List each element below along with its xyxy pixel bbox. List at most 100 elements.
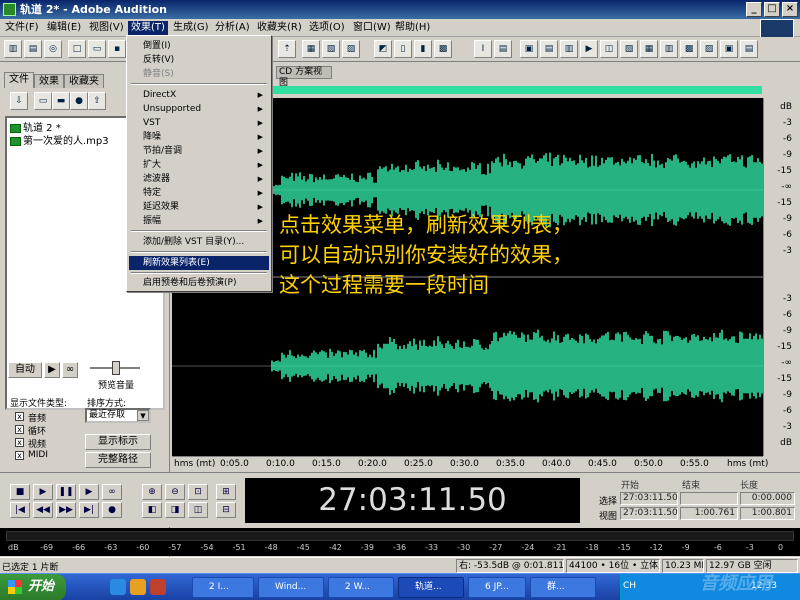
tool-19-icon[interactable]: ▣ bbox=[720, 40, 738, 58]
chevron-down-icon[interactable]: ▼ bbox=[137, 410, 149, 421]
menu-options[interactable]: 选项(O) bbox=[306, 21, 348, 35]
tool-6-icon[interactable]: ▮ bbox=[414, 40, 432, 58]
menu-item-filters[interactable]: 滤波器 ▶ bbox=[129, 172, 269, 186]
play-icon[interactable]: ▶ bbox=[44, 362, 60, 378]
tool-15-icon[interactable]: ▦ bbox=[640, 40, 658, 58]
play-to-end-icon[interactable]: ▶ bbox=[79, 484, 99, 500]
open-file-icon[interactable]: ▭ bbox=[34, 92, 52, 110]
fast-forward-icon[interactable]: ▶▶ bbox=[56, 502, 76, 518]
zoom-vertical-in-icon[interactable]: ⊞ bbox=[216, 484, 236, 500]
task-button-active[interactable]: 轨道... bbox=[398, 577, 464, 598]
close-button[interactable]: × bbox=[782, 2, 798, 17]
play-file-icon[interactable]: ● bbox=[70, 92, 88, 110]
menu-item-directx[interactable]: DirectX ▶ bbox=[129, 88, 269, 102]
zoom-left-icon[interactable]: ◧ bbox=[142, 502, 162, 518]
tool-13-icon[interactable]: ◫ bbox=[600, 40, 618, 58]
selection-end-field[interactable] bbox=[680, 492, 738, 505]
menu-item-time-pitch[interactable]: 节拍/音调 ▶ bbox=[129, 144, 269, 158]
tool-3-icon[interactable]: ▨ bbox=[342, 40, 360, 58]
menu-item-delay[interactable]: 延迟效果 ▶ bbox=[129, 200, 269, 214]
time-select-icon[interactable]: I bbox=[474, 40, 492, 58]
zoom-out-icon[interactable]: ⊖ bbox=[165, 484, 185, 500]
insert-file-icon[interactable]: ⇧ bbox=[88, 92, 106, 110]
checkbox-video[interactable]: x bbox=[15, 438, 24, 447]
menu-item-amplitude[interactable]: 振幅 ▶ bbox=[129, 214, 269, 228]
tool-18-icon[interactable]: ▨ bbox=[700, 40, 718, 58]
close-file-icon[interactable]: ▬ bbox=[52, 92, 70, 110]
play-icon[interactable]: ▶ bbox=[33, 484, 53, 500]
menu-item-silence[interactable]: 静音(S) bbox=[129, 67, 269, 81]
menu-item-unsupported[interactable]: Unsupported ▶ bbox=[129, 102, 269, 116]
tool-5-icon[interactable]: ▯ bbox=[394, 40, 412, 58]
view-end-field[interactable]: 1:00.761 bbox=[680, 507, 738, 520]
minimize-button[interactable]: _ bbox=[746, 2, 762, 17]
selection-length-field[interactable]: 0:00.000 bbox=[740, 492, 795, 505]
tool-4-icon[interactable]: ◩ bbox=[374, 40, 392, 58]
tool-2-icon[interactable]: ▧ bbox=[322, 40, 340, 58]
volume-slider-handle[interactable] bbox=[112, 361, 120, 375]
menu-analyze[interactable]: 分析(A) bbox=[212, 21, 253, 35]
new-file-icon[interactable]: □ bbox=[68, 40, 86, 58]
menu-item-special[interactable]: 特定 ▶ bbox=[129, 186, 269, 200]
zoom-vertical-out-icon[interactable]: ⊟ bbox=[216, 502, 236, 518]
list-item[interactable]: 轨道 2 * bbox=[10, 122, 61, 135]
import-icon[interactable]: ⇩ bbox=[10, 92, 28, 110]
loop-icon[interactable]: ∞ bbox=[62, 362, 78, 378]
view-begin-field[interactable]: 27:03:11.50 bbox=[620, 507, 678, 520]
maximize-button[interactable]: □ bbox=[764, 2, 780, 17]
record-icon[interactable]: ● bbox=[102, 502, 122, 518]
tool-9-icon[interactable]: ▣ bbox=[520, 40, 538, 58]
menu-view[interactable]: 视图(V) bbox=[86, 21, 127, 35]
task-button[interactable]: 2 I... bbox=[192, 577, 254, 598]
menu-item-invert[interactable]: 倒置(I) bbox=[129, 39, 269, 53]
menu-window[interactable]: 窗口(W) bbox=[350, 21, 394, 35]
stop-icon[interactable]: ■ bbox=[10, 484, 30, 500]
selection-begin-field[interactable]: 27:03:11.50 bbox=[620, 492, 678, 505]
tab-effects[interactable]: 效果 bbox=[34, 74, 64, 88]
list-item[interactable]: 第一次爱的人.mp3 bbox=[10, 135, 109, 148]
tool-20-icon[interactable]: ▤ bbox=[740, 40, 758, 58]
go-start-icon[interactable]: |◀ bbox=[10, 502, 30, 518]
multitrack-icon[interactable]: ▤ bbox=[24, 40, 42, 58]
overview-bar[interactable] bbox=[272, 86, 762, 94]
task-button[interactable]: Wind... bbox=[258, 577, 324, 598]
quicklaunch-folder-icon[interactable] bbox=[130, 579, 146, 595]
full-path-button[interactable]: 完整路径 bbox=[85, 452, 151, 468]
tool-10-icon[interactable]: ▤ bbox=[540, 40, 558, 58]
menu-generate[interactable]: 生成(G) bbox=[170, 21, 212, 35]
show-all-button[interactable]: 显示标示 bbox=[85, 434, 151, 450]
tab-favorites[interactable]: 收藏夹 bbox=[64, 74, 104, 88]
tool-1-icon[interactable]: ▦ bbox=[302, 40, 320, 58]
cd-icon[interactable]: ◎ bbox=[44, 40, 62, 58]
menu-help[interactable]: 帮助(H) bbox=[392, 21, 433, 35]
zoom-right-icon[interactable]: ◨ bbox=[165, 502, 185, 518]
rewind-icon[interactable]: ◀◀ bbox=[33, 502, 53, 518]
insert-icon[interactable]: ⇡ bbox=[278, 40, 296, 58]
menu-edit[interactable]: 编辑(E) bbox=[44, 21, 84, 35]
tab-cd-view[interactable]: CD 方案视图 bbox=[276, 66, 332, 88]
go-end-icon[interactable]: ▶| bbox=[79, 502, 99, 518]
tab-files[interactable]: 文件 bbox=[4, 72, 34, 88]
tool-7-icon[interactable]: ▩ bbox=[434, 40, 452, 58]
menu-item-preroll[interactable]: 启用预卷和后卷预演(P) bbox=[129, 276, 269, 290]
task-button[interactable]: 群... bbox=[530, 577, 596, 598]
quicklaunch-app-icon[interactable] bbox=[150, 579, 166, 595]
menu-item-refresh-effects[interactable]: 刷新效果列表(E) bbox=[129, 256, 269, 270]
tool-16-icon[interactable]: ▥ bbox=[660, 40, 678, 58]
tool-14-icon[interactable]: ▧ bbox=[620, 40, 638, 58]
tool-11-icon[interactable]: ▥ bbox=[560, 40, 578, 58]
tool-8-icon[interactable]: ▤ bbox=[494, 40, 512, 58]
tool-17-icon[interactable]: ▩ bbox=[680, 40, 698, 58]
pause-icon[interactable]: ❚❚ bbox=[56, 484, 76, 500]
checkbox-audio[interactable]: x bbox=[15, 412, 24, 421]
auto-play-button[interactable]: 自动 bbox=[8, 362, 42, 378]
view-length-field[interactable]: 1:00.801 bbox=[740, 507, 795, 520]
open-folder-icon[interactable]: ▭ bbox=[88, 40, 106, 58]
waveform-view-icon[interactable]: ▥ bbox=[4, 40, 22, 58]
zoom-in-icon[interactable]: ⊕ bbox=[142, 484, 162, 500]
save-icon[interactable]: ▪ bbox=[108, 40, 126, 58]
loop-icon[interactable]: ∞ bbox=[102, 484, 122, 500]
menu-favorites[interactable]: 收藏夹(R) bbox=[254, 21, 305, 35]
checkbox-midi[interactable]: x bbox=[15, 451, 24, 460]
menu-item-amplify[interactable]: 扩大 ▶ bbox=[129, 158, 269, 172]
